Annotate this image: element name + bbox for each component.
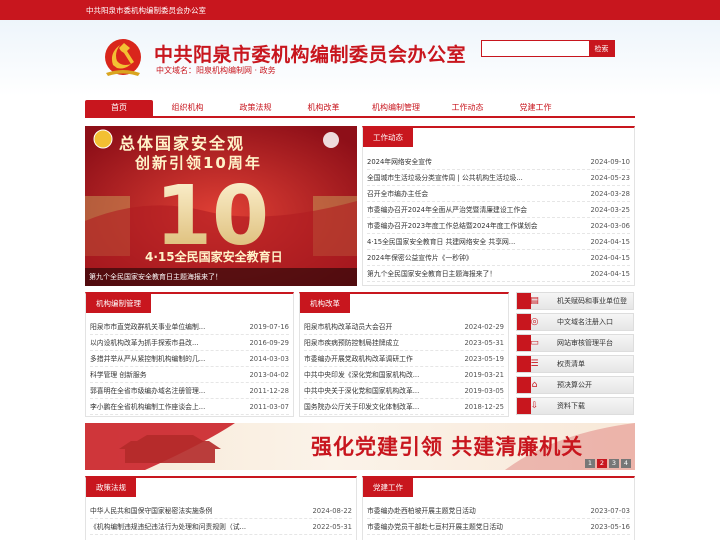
nav-policy[interactable]: 政策法规: [223, 100, 288, 116]
reform-panel: 机构改革 阳泉市机构改革动员大会召开 2024-02-29 阳泉市疾病预防控制局挂…: [299, 292, 509, 417]
nav-reform[interactable]: 机构改革: [291, 100, 356, 116]
news-slideshow[interactable]: 10 总体国家安全观 创新引领10周年 4·15全民国家安全教育日 第九个全民国…: [85, 126, 357, 286]
nav-organization[interactable]: 组织机构: [155, 100, 220, 116]
banner-page-1[interactable]: 1: [585, 459, 595, 468]
slide-headline-1: 总体国家安全观: [119, 134, 246, 153]
quick-link-registration[interactable]: ▤ 机关赋码和事业单位登: [516, 292, 634, 310]
list-item[interactable]: 2024年保密公益宣传片《一秒钟》 2024-04-15: [367, 250, 630, 266]
policy-list: 中华人民共和国保守国家秘密法实施条例 2024-08-22 《机构编制违规违纪违法…: [90, 503, 352, 535]
nav-party-building[interactable]: 党建工作: [503, 100, 568, 116]
org-management-list: 阳泉市市直党政群机关事业单位编制... 2019-07-16 以内设机构改革为抓手…: [90, 319, 289, 415]
banner-page-2[interactable]: 2: [597, 459, 607, 468]
nav-work-news[interactable]: 工作动态: [435, 100, 500, 116]
work-news-panel: 工作动态 2024年网络安全宣传 2024-09-10 全国城市生活垃圾分类宣传周…: [362, 126, 635, 286]
list-item[interactable]: 4·15全民国家安全教育日 共建网络安全 共享网... 2024-04-15: [367, 234, 630, 250]
party-building-panel: 党建工作 市委编办赴西柏坡开展主题党日活动 2023-07-03 市委编办党员干部…: [362, 476, 635, 540]
reform-tab[interactable]: 机构改革: [300, 294, 350, 313]
list-item[interactable]: 全国城市生活垃圾分类宣传周 | 公共机构生活垃圾... 2024-05-23: [367, 170, 630, 186]
policy-tab[interactable]: 政策法规: [86, 478, 136, 497]
list-item[interactable]: 市委编办党员干部赴七亘村开展主题党日活动 2023-05-16: [367, 519, 630, 535]
registration-icon: ▤: [530, 296, 539, 306]
banner-slogan: 强化党建引领 共建清廉机关: [311, 435, 584, 459]
nav-home[interactable]: 首页: [85, 100, 153, 116]
slide-bottom-text: 4·15全民国家安全教育日: [145, 250, 283, 264]
list-item[interactable]: 2024年网络安全宣传 2024-09-10: [367, 154, 630, 170]
list-item[interactable]: 科学管理 创新服务 2013-04-02: [90, 367, 289, 383]
banner-page-3[interactable]: 3: [609, 459, 619, 468]
list-item[interactable]: 国务院办公厅关于印发文化体制改革... 2018-12-25: [304, 399, 504, 415]
org-management-tab[interactable]: 机构编制管理: [86, 294, 151, 313]
list-item[interactable]: 以内设机构改革为抓手探索市县改... 2016-09-29: [90, 335, 289, 351]
search-input[interactable]: [482, 41, 590, 56]
slide-caption[interactable]: 第九个全民国家安全教育日主题海报来了！: [89, 272, 222, 282]
list-item[interactable]: 市委编办赴西柏坡开展主题党日活动 2023-07-03: [367, 503, 630, 519]
policy-panel: 政策法规 中华人民共和国保守国家秘密法实施条例 2024-08-22 《机构编制违…: [85, 476, 357, 540]
download-icon: ⇩: [530, 401, 539, 411]
list-item[interactable]: 市委编办召开2023年度工作总结暨2024年度工作谋划会 2024-03-06: [367, 218, 630, 234]
slide-caption-bar: 第九个全民国家安全教育日主题海报来了！: [85, 268, 357, 286]
work-news-tab[interactable]: 工作动态: [363, 128, 413, 147]
list-item[interactable]: 召开全市编办主任会 2024-03-28: [367, 186, 630, 202]
list-item[interactable]: 李小鹏在全省机构编制工作座谈会上... 2011-03-07: [90, 399, 289, 415]
quick-link-domain[interactable]: ◎ 中文域名注册入口: [516, 313, 634, 331]
nav-org-management[interactable]: 机构编制管理: [359, 100, 433, 116]
banner-page-4[interactable]: 4: [621, 459, 631, 468]
list-item[interactable]: 中华人民共和国保守国家秘密法实施条例 2024-08-22: [90, 503, 352, 519]
party-building-tab[interactable]: 党建工作: [363, 478, 413, 497]
house-icon: ⌂: [531, 380, 538, 390]
list-item[interactable]: 第九个全民国家安全教育日主题海报来了！ 2024-04-15: [367, 266, 630, 282]
quick-link-duties[interactable]: ☰ 权责清单: [516, 355, 634, 373]
reform-list: 阳泉市机构改革动员大会召开 2024-02-29 阳泉市疾病预防控制局挂牌成立 20…: [304, 319, 504, 415]
site-subtitle: 中文域名：阳泉机构编制网 · 政务: [156, 66, 276, 75]
list-item[interactable]: 市委编办召开2024年全面从严治党暨清廉建设工作会 2024-03-25: [367, 202, 630, 218]
list-item[interactable]: 阳泉市机构改革动员大会召开 2024-02-29: [304, 319, 504, 335]
search-button[interactable]: 检索: [589, 41, 614, 56]
top-bar-title: 中共阳泉市委机构编制委员会办公室: [86, 6, 206, 15]
quick-links: ▤ 机关赋码和事业单位登 ◎ 中文域名注册入口 ▭ 网站审核管理平台 ☰ 权责清…: [516, 292, 634, 418]
banner-pager: 1234: [583, 459, 631, 468]
list-item[interactable]: 中共中央关于深化党和国家机构改革... 2019-03-05: [304, 383, 504, 399]
promo-banner[interactable]: 强化党建引领 共建清廉机关 1234: [85, 423, 635, 470]
list-item[interactable]: 阳泉市市直党政群机关事业单位编制... 2019-07-16: [90, 319, 289, 335]
list-icon: ☰: [530, 359, 539, 369]
list-item[interactable]: 中共中央印发《深化党和国家机构改... 2019-03-21: [304, 367, 504, 383]
work-news-list: 2024年网络安全宣传 2024-09-10 全国城市生活垃圾分类宣传周 | 公共…: [367, 154, 630, 282]
list-item[interactable]: 阳泉市疾病预防控制局挂牌成立 2023-05-31: [304, 335, 504, 351]
top-bar: 中共阳泉市委机构编制委员会办公室: [0, 0, 720, 20]
globe-icon: ◎: [530, 317, 539, 327]
party-building-list: 市委编办赴西柏坡开展主题党日活动 2023-07-03 市委编办党员干部赴七亘村开…: [367, 503, 630, 535]
list-item[interactable]: 多措并举从严从紧控制机构编制的几... 2014-03-03: [90, 351, 289, 367]
slide-headline-2: 创新引领10周年: [135, 154, 262, 172]
org-management-panel: 机构编制管理 阳泉市市直党政群机关事业单位编制... 2019-07-16 以内设…: [85, 292, 294, 417]
quick-link-download[interactable]: ⇩ 资料下载: [516, 397, 634, 415]
search-box: 检索: [481, 40, 615, 57]
list-item[interactable]: 市委编办开展党政机构改革调研工作 2023-05-19: [304, 351, 504, 367]
party-emblem-icon: [105, 39, 141, 76]
monitor-icon: ▭: [530, 338, 539, 348]
site-title: 中共阳泉市委机构编制委员会办公室: [154, 44, 467, 66]
list-item[interactable]: 郭喜明在全省市级编办域名注册管理... 2011-12-28: [90, 383, 289, 399]
quick-link-audit[interactable]: ▭ 网站审核管理平台: [516, 334, 634, 352]
list-item[interactable]: 《机构编制违规违纪违法行为处理和问责规则（试... 2022-05-31: [90, 519, 352, 535]
quick-link-budget[interactable]: ⌂ 预决算公开: [516, 376, 634, 394]
main-nav: 首页 组织机构 政策法规 机构改革 机构编制管理 工作动态 党建工作: [85, 100, 635, 118]
